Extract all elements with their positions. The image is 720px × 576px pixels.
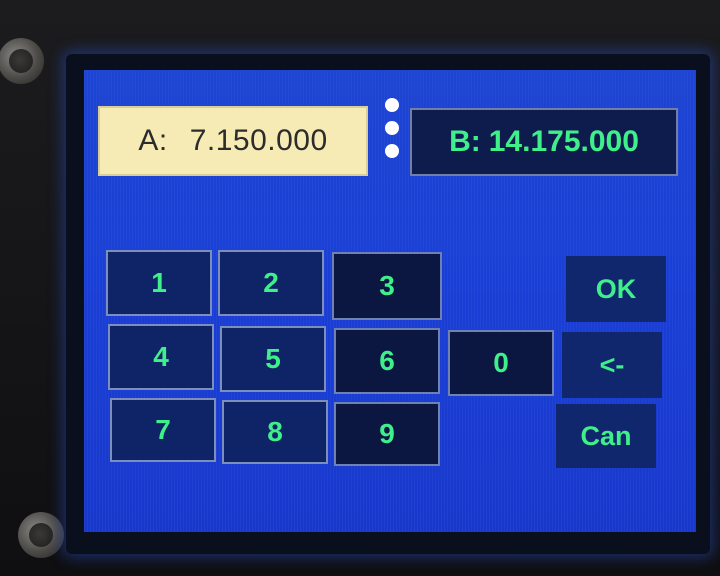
vfo-b-frequency: 14.175.000: [488, 125, 639, 158]
cancel-button[interactable]: Can: [556, 404, 656, 468]
touch-screen: A: 7.150.000 B: 14.175.000 1 2 3 4 5 6 0…: [84, 70, 696, 532]
key-4[interactable]: 4: [108, 324, 214, 390]
key-5[interactable]: 5: [220, 326, 326, 392]
key-1[interactable]: 1: [106, 250, 212, 316]
key-7[interactable]: 7: [110, 398, 216, 462]
backspace-button[interactable]: <-: [562, 332, 662, 398]
vfo-b-display[interactable]: B: 14.175.000: [410, 108, 678, 176]
ok-button[interactable]: OK: [566, 256, 666, 322]
vertical-dots-icon[interactable]: [381, 98, 403, 158]
key-8[interactable]: 8: [222, 400, 328, 464]
key-6[interactable]: 6: [334, 328, 440, 394]
vfo-a-frequency: 7.150.000: [189, 124, 328, 157]
key-3[interactable]: 3: [332, 252, 442, 320]
screw-icon: [0, 38, 44, 84]
screw-icon: [18, 512, 64, 558]
vfo-a-display[interactable]: A: 7.150.000: [98, 106, 368, 176]
key-9[interactable]: 9: [334, 402, 440, 466]
vfo-b-label: B:: [449, 125, 481, 158]
vfo-a-label: A:: [138, 124, 168, 157]
key-2[interactable]: 2: [218, 250, 324, 316]
key-0[interactable]: 0: [448, 330, 554, 396]
